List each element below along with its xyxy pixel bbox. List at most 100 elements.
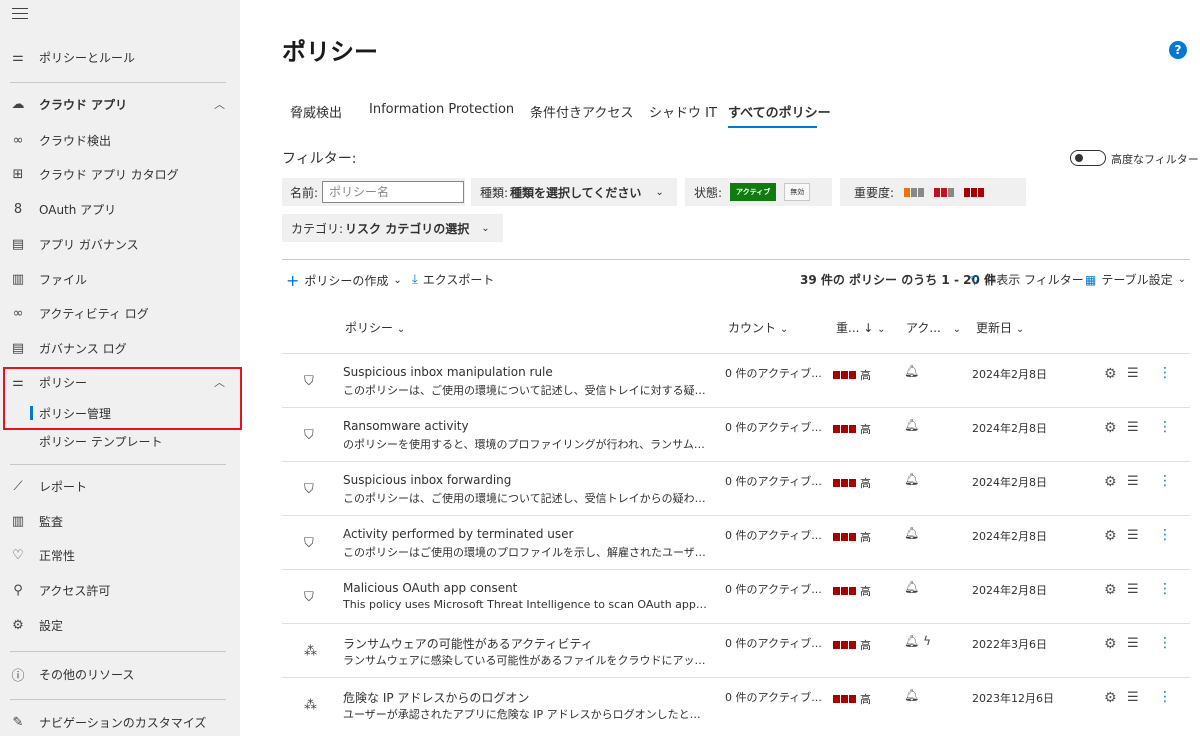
- more-options-icon[interactable]: ⋮: [1158, 473, 1172, 489]
- policy-count[interactable]: 0 件のアクティブ...: [725, 419, 822, 435]
- sidebar-item-app-catalog[interactable]: ⊞ クラウド アプリ カタログ: [0, 159, 240, 189]
- list-icon[interactable]: ☰: [1127, 690, 1139, 705]
- more-options-icon[interactable]: ⋮: [1158, 581, 1172, 597]
- severity-medium-button[interactable]: [934, 187, 955, 197]
- sidebar-item-policies-rules[interactable]: ⚌ ポリシーとルール: [0, 42, 240, 72]
- gear-icon[interactable]: ⚙: [1104, 636, 1117, 652]
- hide-filters-button[interactable]: ▽ 非表示 フィルター: [970, 271, 1084, 288]
- run-icon: ⁂: [304, 644, 317, 659]
- list-icon[interactable]: ☰: [1127, 582, 1139, 597]
- status-disabled-pill[interactable]: 無効: [784, 183, 811, 201]
- severity-indicator: 高: [833, 637, 871, 653]
- alert-bell-icon: 🔔︎: [904, 580, 920, 594]
- sidebar-item-policy-templates[interactable]: ポリシー テンプレート: [0, 426, 240, 456]
- column-label: カウント: [728, 321, 777, 335]
- policy-name-input[interactable]: [322, 181, 465, 203]
- policy-count[interactable]: 0 件のアクティブ...: [725, 581, 822, 597]
- severity-high-button[interactable]: [964, 187, 985, 197]
- sidebar-item-audit[interactable]: ▥ 監査: [0, 506, 240, 536]
- list-icon[interactable]: ☰: [1127, 420, 1139, 435]
- more-options-icon[interactable]: ⋮: [1158, 635, 1172, 651]
- sidebar-item-label: OAuth アプリ: [39, 202, 117, 217]
- hamburger-menu-icon[interactable]: [12, 8, 28, 22]
- policy-count[interactable]: 0 件のアクティブ...: [725, 689, 822, 705]
- tab-threat-detection[interactable]: 脅威検出: [290, 102, 342, 121]
- sidebar-item-settings[interactable]: ⚙ 設定: [0, 610, 240, 640]
- status-active-pill[interactable]: アクティブ: [730, 183, 777, 201]
- policy-name[interactable]: ランサムウェアの可能性があるアクティビティ: [343, 635, 593, 652]
- column-header-action[interactable]: アク... ⌄: [906, 319, 961, 336]
- sidebar-item-cloud-discovery[interactable]: ∞ クラウド検出: [0, 125, 240, 155]
- policy-name[interactable]: Suspicious inbox manipulation rule: [343, 365, 553, 379]
- table-row[interactable]: ⁂ 危険な IP アドレスからのログオン ユーザーが承認されたアプリに危険な IP …: [282, 677, 1190, 731]
- more-options-icon[interactable]: ⋮: [1158, 419, 1172, 435]
- sort-down-icon: ↓: [863, 321, 874, 335]
- table-settings-button[interactable]: ▦ テーブル設定 ⌄: [1085, 271, 1186, 288]
- policy-name[interactable]: Activity performed by terminated user: [343, 527, 573, 541]
- sidebar-item-label: クラウド アプリ カタログ: [39, 167, 179, 182]
- policy-count[interactable]: 0 件のアクティブ...: [725, 635, 822, 651]
- gear-icon[interactable]: ⚙: [1104, 690, 1117, 706]
- tab-all-policies[interactable]: すべてのポリシー: [728, 102, 831, 121]
- type-filter-dropdown[interactable]: 種類: 種類を選択してください ⌄: [471, 178, 677, 206]
- sidebar-item-permissions[interactable]: ⚲ アクセス許可: [0, 575, 240, 605]
- column-header-updated[interactable]: 更新日 ⌄: [976, 319, 1024, 336]
- advanced-filter-toggle[interactable]: [1070, 150, 1106, 166]
- more-options-icon[interactable]: ⋮: [1158, 689, 1172, 705]
- category-filter-dropdown[interactable]: カテゴリ: リスク カテゴリの選択 ⌄: [282, 214, 503, 242]
- table-row[interactable]: ⛉ Activity performed by terminated user この…: [282, 515, 1190, 569]
- policy-name[interactable]: Malicious OAuth app consent: [343, 581, 517, 595]
- sidebar-item-label: クラウド アプリ: [39, 97, 128, 112]
- chevron-down-icon: ⌄: [952, 324, 962, 335]
- gear-icon[interactable]: ⚙: [1104, 528, 1117, 544]
- sidebar-item-app-governance[interactable]: ▤ アプリ ガバナンス: [0, 229, 240, 259]
- more-options-icon[interactable]: ⋮: [1158, 365, 1172, 381]
- list-icon[interactable]: ☰: [1127, 636, 1139, 651]
- sidebar-item-policy-management[interactable]: ポリシー管理: [0, 398, 240, 428]
- list-icon[interactable]: ☰: [1127, 366, 1139, 381]
- table-row[interactable]: ⛉ Ransomware activity のポリシーを使用すると、環境のプロファイ…: [282, 407, 1190, 461]
- table-row[interactable]: ⛉ Suspicious inbox manipulation rule このポリシ…: [282, 353, 1190, 407]
- more-options-icon[interactable]: ⋮: [1158, 527, 1172, 543]
- gear-icon[interactable]: ⚙: [1104, 366, 1117, 382]
- create-policy-button[interactable]: + ポリシーの作成 ⌄: [286, 271, 402, 290]
- table-row[interactable]: ⛉ Malicious OAuth app consent This policy …: [282, 569, 1190, 623]
- help-icon[interactable]: ?: [1169, 41, 1187, 59]
- sidebar-item-governance-log[interactable]: ▤ ガバナンス ログ: [0, 333, 240, 363]
- policy-count[interactable]: 0 件のアクティブ...: [725, 527, 822, 543]
- gear-icon[interactable]: ⚙: [1104, 474, 1117, 490]
- column-header-policy[interactable]: ポリシー ⌄: [345, 319, 405, 336]
- sidebar-item-oauth-apps[interactable]: 8 OAuth アプリ: [0, 194, 240, 224]
- chevron-down-icon: ⌄: [877, 324, 886, 335]
- sidebar-item-files[interactable]: ▥ ファイル: [0, 264, 240, 294]
- sidebar-item-customize-nav[interactable]: ✎ ナビゲーションのカスタマイズ: [0, 707, 240, 736]
- policy-name[interactable]: 危険な IP アドレスからのログオン: [343, 689, 529, 706]
- sidebar-item-health[interactable]: ♡ 正常性: [0, 540, 240, 570]
- tab-conditional-access[interactable]: 条件付きアクセス: [530, 102, 633, 121]
- tab-information-protection[interactable]: Information Protection: [369, 102, 514, 117]
- governance-action-icon: ϟ: [923, 634, 931, 648]
- sidebar-item-label: 正常性: [39, 548, 76, 563]
- gear-icon[interactable]: ⚙: [1104, 582, 1117, 598]
- list-icon[interactable]: ☰: [1127, 474, 1139, 489]
- column-header-count[interactable]: カウント ⌄: [728, 319, 788, 336]
- shield-icon: ⛉: [304, 374, 314, 389]
- sidebar-item-label: 設定: [39, 618, 64, 633]
- policy-count[interactable]: 0 件のアクティブ...: [725, 473, 822, 489]
- list-icon[interactable]: ☰: [1127, 528, 1139, 543]
- sidebar-item-reports[interactable]: ⟋ レポート: [0, 471, 240, 501]
- table-row[interactable]: ⁂ ランサムウェアの可能性があるアクティビティ ランサムウェアに感染している可能性が…: [282, 623, 1190, 677]
- gear-icon[interactable]: ⚙: [1104, 420, 1117, 436]
- tab-shadow-it[interactable]: シャドウ IT: [649, 102, 717, 121]
- severity-low-button[interactable]: [904, 187, 925, 197]
- sidebar-item-cloud-apps[interactable]: ☁ クラウド アプリ ︿: [0, 89, 240, 119]
- export-button[interactable]: ⤓ エクスポート: [412, 271, 494, 288]
- policy-name[interactable]: Ransomware activity: [343, 419, 469, 433]
- table-row[interactable]: ⛉ Suspicious inbox forwarding このポリシーは、ご使用の…: [282, 461, 1190, 515]
- column-header-severity[interactable]: 重... ↓ ⌄: [836, 319, 886, 336]
- policy-name[interactable]: Suspicious inbox forwarding: [343, 473, 511, 487]
- sidebar-item-activity-log[interactable]: ∞ アクティビティ ログ: [0, 298, 240, 328]
- policy-count[interactable]: 0 件のアクティブ...: [725, 365, 822, 381]
- sidebar-item-more-resources[interactable]: ⓘ その他のリソース: [0, 659, 240, 689]
- sidebar-item-policies[interactable]: ⚌ ポリシー ︿: [0, 367, 240, 397]
